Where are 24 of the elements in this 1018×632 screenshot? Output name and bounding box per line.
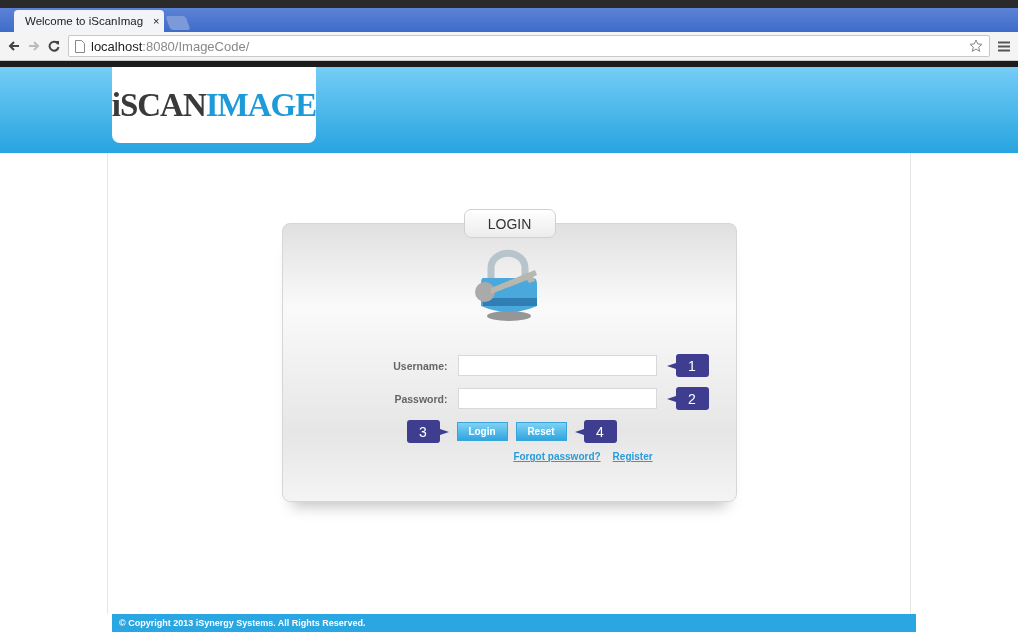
new-tab-button[interactable] xyxy=(165,16,191,30)
text-link[interactable]: Register xyxy=(612,451,653,462)
form-button[interactable]: Reset xyxy=(515,422,567,441)
field-label: Username: xyxy=(392,359,448,372)
tab-title: Welcome to iScanImag xyxy=(25,15,144,27)
input-field[interactable] xyxy=(457,355,657,376)
address-bar[interactable]: localhost:8080/ImageCode/ xyxy=(68,35,990,57)
star-icon[interactable] xyxy=(969,39,983,53)
close-icon[interactable]: × xyxy=(153,15,160,27)
text-link[interactable]: Forgot password? xyxy=(513,451,601,462)
url-host: localhost xyxy=(91,38,143,54)
footer-bar: © Copyright 2013 iSynergy Systems. All Rights Reserved. xyxy=(112,614,916,632)
menu-icon[interactable] xyxy=(998,40,1010,52)
back-icon[interactable] xyxy=(8,40,20,52)
input-field[interactable] xyxy=(457,388,657,409)
field-label: Password: xyxy=(393,392,448,405)
forward-icon[interactable] xyxy=(28,40,40,52)
login-title: LOGIN xyxy=(463,209,556,238)
reload-icon[interactable] xyxy=(48,40,60,52)
logo: iSCANIMAGE xyxy=(112,67,316,143)
browser-tab[interactable]: Welcome to iScanImag × xyxy=(14,10,164,32)
form-button[interactable]: Login xyxy=(456,422,508,441)
url-path: :8080/ImageCode/ xyxy=(142,38,250,54)
page-icon xyxy=(75,39,85,53)
